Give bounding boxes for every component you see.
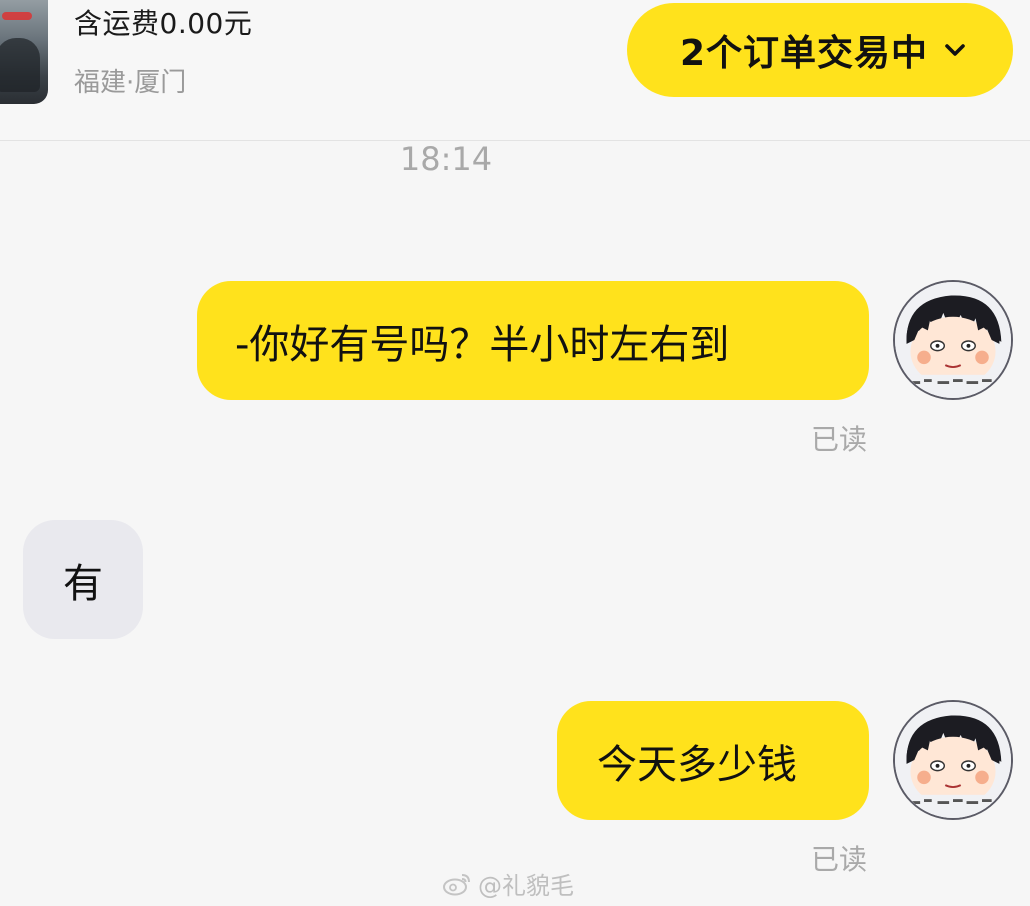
orders-button-label: 2个订单交易中 <box>679 33 929 74</box>
weibo-icon <box>442 872 472 896</box>
message-text: -你好有号吗？半小时左右到 <box>235 321 730 368</box>
thumbnail-detail <box>2 12 32 20</box>
thumbnail-detail <box>0 38 40 92</box>
message-timestamp: 18:14 <box>399 140 493 178</box>
seller-location: 福建·厦门 <box>74 68 187 98</box>
avatar-image <box>895 282 1011 398</box>
message-text: 有 <box>63 560 103 607</box>
orders-in-progress-button[interactable]: 2个订单交易中 <box>627 3 1013 97</box>
chevron-down-icon <box>944 39 966 61</box>
watermark: @礼貌毛 <box>442 866 574 901</box>
watermark-text: @礼貌毛 <box>478 872 574 900</box>
message-text: 今天多少钱 <box>597 741 797 788</box>
read-receipt: 已读 <box>811 843 868 876</box>
product-thumbnail[interactable] <box>0 0 48 104</box>
user-avatar[interactable] <box>893 700 1013 820</box>
outgoing-message-bubble[interactable]: 今天多少钱 <box>557 701 869 820</box>
avatar-image <box>895 702 1011 818</box>
incoming-message-bubble[interactable]: 有 <box>23 520 143 639</box>
outgoing-message-bubble[interactable]: -你好有号吗？半小时左右到 <box>197 281 869 400</box>
read-receipt: 已读 <box>811 423 868 456</box>
user-avatar[interactable] <box>893 280 1013 400</box>
order-header: 含运费0.00元 福建·厦门 2个订单交易中 <box>0 0 1030 141</box>
shipping-price: 含运费0.00元 <box>74 7 253 40</box>
